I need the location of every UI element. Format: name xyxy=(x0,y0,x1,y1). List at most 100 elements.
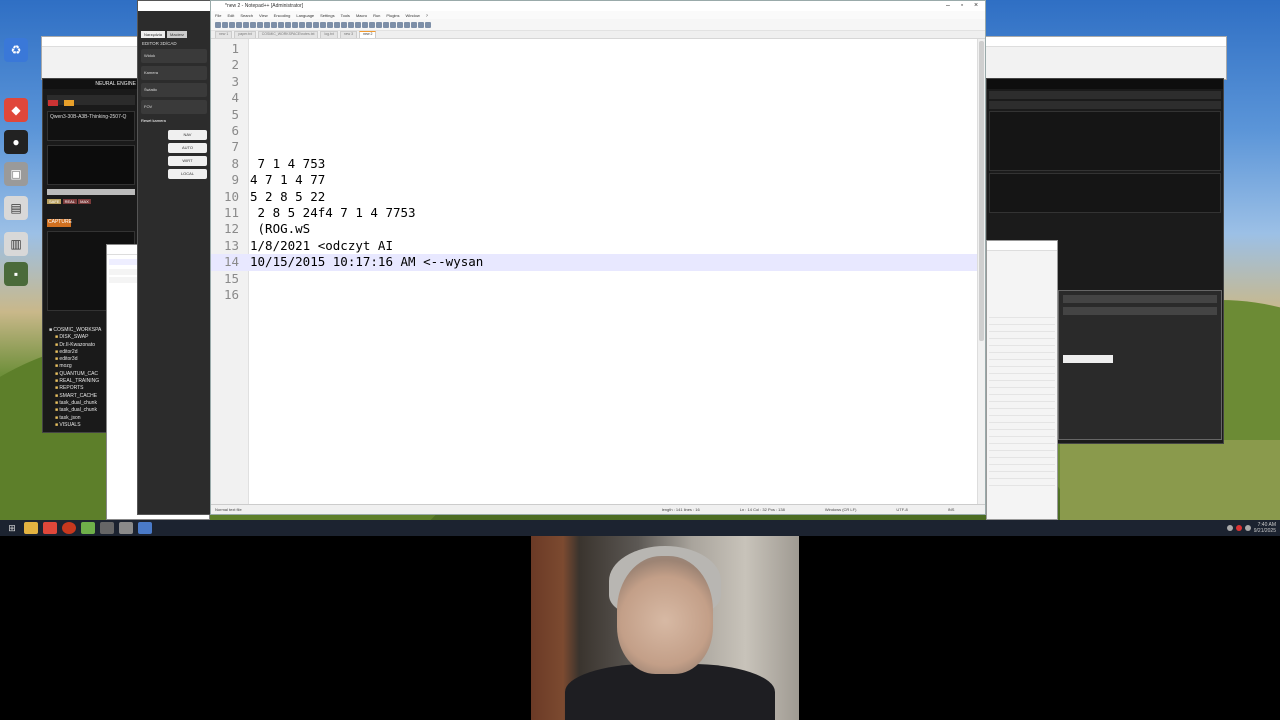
clock[interactable]: 7:40 AM 9/21/2025 xyxy=(1254,522,1276,534)
editor-3d-row[interactable]: Kamera xyxy=(141,66,207,80)
editor-line[interactable]: 14 10/15/2015 10:17:16 AM <--wysan xyxy=(211,254,979,271)
maximize-icon[interactable]: ▫ xyxy=(955,1,969,11)
play-icon[interactable] xyxy=(411,21,417,28)
monitor-icon[interactable] xyxy=(390,21,396,28)
text-editor[interactable]: 12345678 7 1 4 753 9 4 7 1 4 77 10 5 2 8 5 2… xyxy=(211,39,979,504)
notepad-window[interactable]: *new 2 - Notepad++ [Administrator] – ▫ ×… xyxy=(210,0,986,515)
menu-item[interactable]: ? xyxy=(426,13,428,18)
minimize-icon[interactable]: – xyxy=(941,1,955,11)
terminal-taskbar-icon[interactable] xyxy=(100,522,114,534)
find-icon[interactable] xyxy=(299,21,305,28)
menu-item[interactable]: Plugins xyxy=(386,13,399,18)
start-icon[interactable]: ⊞ xyxy=(5,522,19,534)
menu-item[interactable]: Settings xyxy=(320,13,334,18)
open-icon[interactable] xyxy=(222,21,228,28)
scrollbar-thumb[interactable] xyxy=(979,41,984,341)
editor-line[interactable]: 9 4 7 1 4 77 xyxy=(211,172,979,188)
safe-badge[interactable]: SAFE xyxy=(47,199,62,204)
indent-guide-icon[interactable] xyxy=(355,21,361,28)
stop-icon[interactable] xyxy=(404,21,410,28)
editor-line[interactable]: 7 xyxy=(211,139,979,155)
wirt-button[interactable]: WIRT xyxy=(168,156,207,166)
menu-item[interactable]: Encoding xyxy=(274,13,291,18)
brave-browser-icon[interactable]: ◆ xyxy=(4,98,28,122)
recycle-bin-icon[interactable]: ♻ xyxy=(4,38,28,62)
editor-line[interactable]: 3 xyxy=(211,74,979,90)
redo-icon[interactable] xyxy=(292,21,298,28)
folder-icon[interactable] xyxy=(383,21,389,28)
network-icon[interactable] xyxy=(1226,525,1233,531)
menu-item[interactable]: Macro xyxy=(356,13,367,18)
tab-file[interactable]: COSMIC_WORKSPACE\notes.txt xyxy=(257,31,319,38)
capture-button[interactable]: CAPTURE xyxy=(47,219,72,227)
editor-line[interactable]: 4 xyxy=(211,90,979,106)
menu-item[interactable]: Tools xyxy=(341,13,350,18)
udl-icon[interactable] xyxy=(362,21,368,28)
right-list-window[interactable] xyxy=(986,240,1058,520)
menu-item[interactable]: File xyxy=(215,13,221,18)
tab-file[interactable]: log.txt xyxy=(320,31,338,38)
notepad-taskbar-icon[interactable] xyxy=(81,522,95,534)
menu-item[interactable]: Edit xyxy=(227,13,234,18)
tab-active[interactable]: new 2 xyxy=(359,31,377,38)
editor-3d-tab-matrix[interactable]: Macierz xyxy=(167,31,188,38)
zoom-in-icon[interactable] xyxy=(313,21,319,28)
editor-line[interactable]: 15 xyxy=(211,271,979,287)
real-badge[interactable]: REAL xyxy=(62,199,78,204)
vertical-scrollbar[interactable] xyxy=(977,39,985,504)
app-taskbar-icon[interactable] xyxy=(62,522,76,534)
app-icon[interactable]: ▣ xyxy=(4,162,28,186)
model-box[interactable]: Qwen3-30B-A3B-Thinking-2507-Q xyxy=(47,111,135,141)
document-icon[interactable]: ▤ xyxy=(4,196,28,220)
undo-icon[interactable] xyxy=(285,21,291,28)
zoom-out-icon[interactable] xyxy=(320,21,326,28)
right-settings-dropdown[interactable] xyxy=(1063,355,1113,363)
brave-taskbar-icon[interactable] xyxy=(43,522,57,534)
menu-item[interactable]: Run xyxy=(373,13,380,18)
save-all-icon[interactable] xyxy=(236,21,242,28)
editor-3d-tab-tools[interactable]: Narzędzia xyxy=(141,31,166,38)
close-icon[interactable]: × xyxy=(969,1,983,11)
editor-line[interactable]: 5 xyxy=(211,107,979,123)
menu-item[interactable]: Language xyxy=(296,13,314,18)
editor-line[interactable]: 8 7 1 4 753 xyxy=(211,156,979,172)
editor-line[interactable]: 16 xyxy=(211,287,979,303)
menu-item[interactable]: Search xyxy=(240,13,253,18)
cut-icon[interactable] xyxy=(264,21,270,28)
word-wrap-icon[interactable] xyxy=(341,21,347,28)
settings-taskbar-icon[interactable] xyxy=(138,522,152,534)
new-icon[interactable] xyxy=(215,21,221,28)
menu-item[interactable]: View xyxy=(259,13,268,18)
editor-3d-panel[interactable]: Narzędzia Macierz EDITOR 3D/CAD Widok Ka… xyxy=(137,0,211,515)
close-all-icon[interactable] xyxy=(250,21,256,28)
doc-map-icon[interactable] xyxy=(369,21,375,28)
editor-line[interactable]: 12 (ROG.wS xyxy=(211,221,979,237)
sync-h-icon[interactable] xyxy=(334,21,340,28)
file-explorer-icon[interactable] xyxy=(24,522,38,534)
editor-line[interactable]: 6 xyxy=(211,123,979,139)
tab-file[interactable]: new 3 xyxy=(339,31,358,38)
func-list-icon[interactable] xyxy=(376,21,382,28)
max-badge[interactable]: MAX xyxy=(78,199,91,204)
right-settings-panel[interactable] xyxy=(1058,290,1222,440)
shortcut-icon[interactable]: ▪ xyxy=(4,262,28,286)
editor-3d-row[interactable]: FOV xyxy=(141,100,207,114)
obs-icon[interactable]: ● xyxy=(4,130,28,154)
editor-line[interactable]: 13 1/8/2021 <odczyt AI xyxy=(211,238,979,254)
tab-file[interactable]: paper.txt xyxy=(234,31,256,38)
close-icon[interactable] xyxy=(243,21,249,28)
paste-icon[interactable] xyxy=(278,21,284,28)
print-icon[interactable] xyxy=(257,21,263,28)
editor-3d-row[interactable]: Światło xyxy=(141,83,207,97)
replace-icon[interactable] xyxy=(306,21,312,28)
menu-item[interactable]: Window xyxy=(406,13,420,18)
auto-button[interactable]: AUTO xyxy=(168,143,207,153)
notification-icon[interactable] xyxy=(1235,525,1242,531)
tab-file[interactable]: new 1 xyxy=(215,31,233,38)
nav-button[interactable]: NAV xyxy=(168,130,207,140)
play-multi-icon[interactable] xyxy=(418,21,424,28)
editor-line[interactable]: 2 xyxy=(211,57,979,73)
sync-v-icon[interactable] xyxy=(327,21,333,28)
editor-line[interactable]: 10 5 2 8 5 22 xyxy=(211,189,979,205)
local-button[interactable]: LOCAL xyxy=(168,169,207,179)
